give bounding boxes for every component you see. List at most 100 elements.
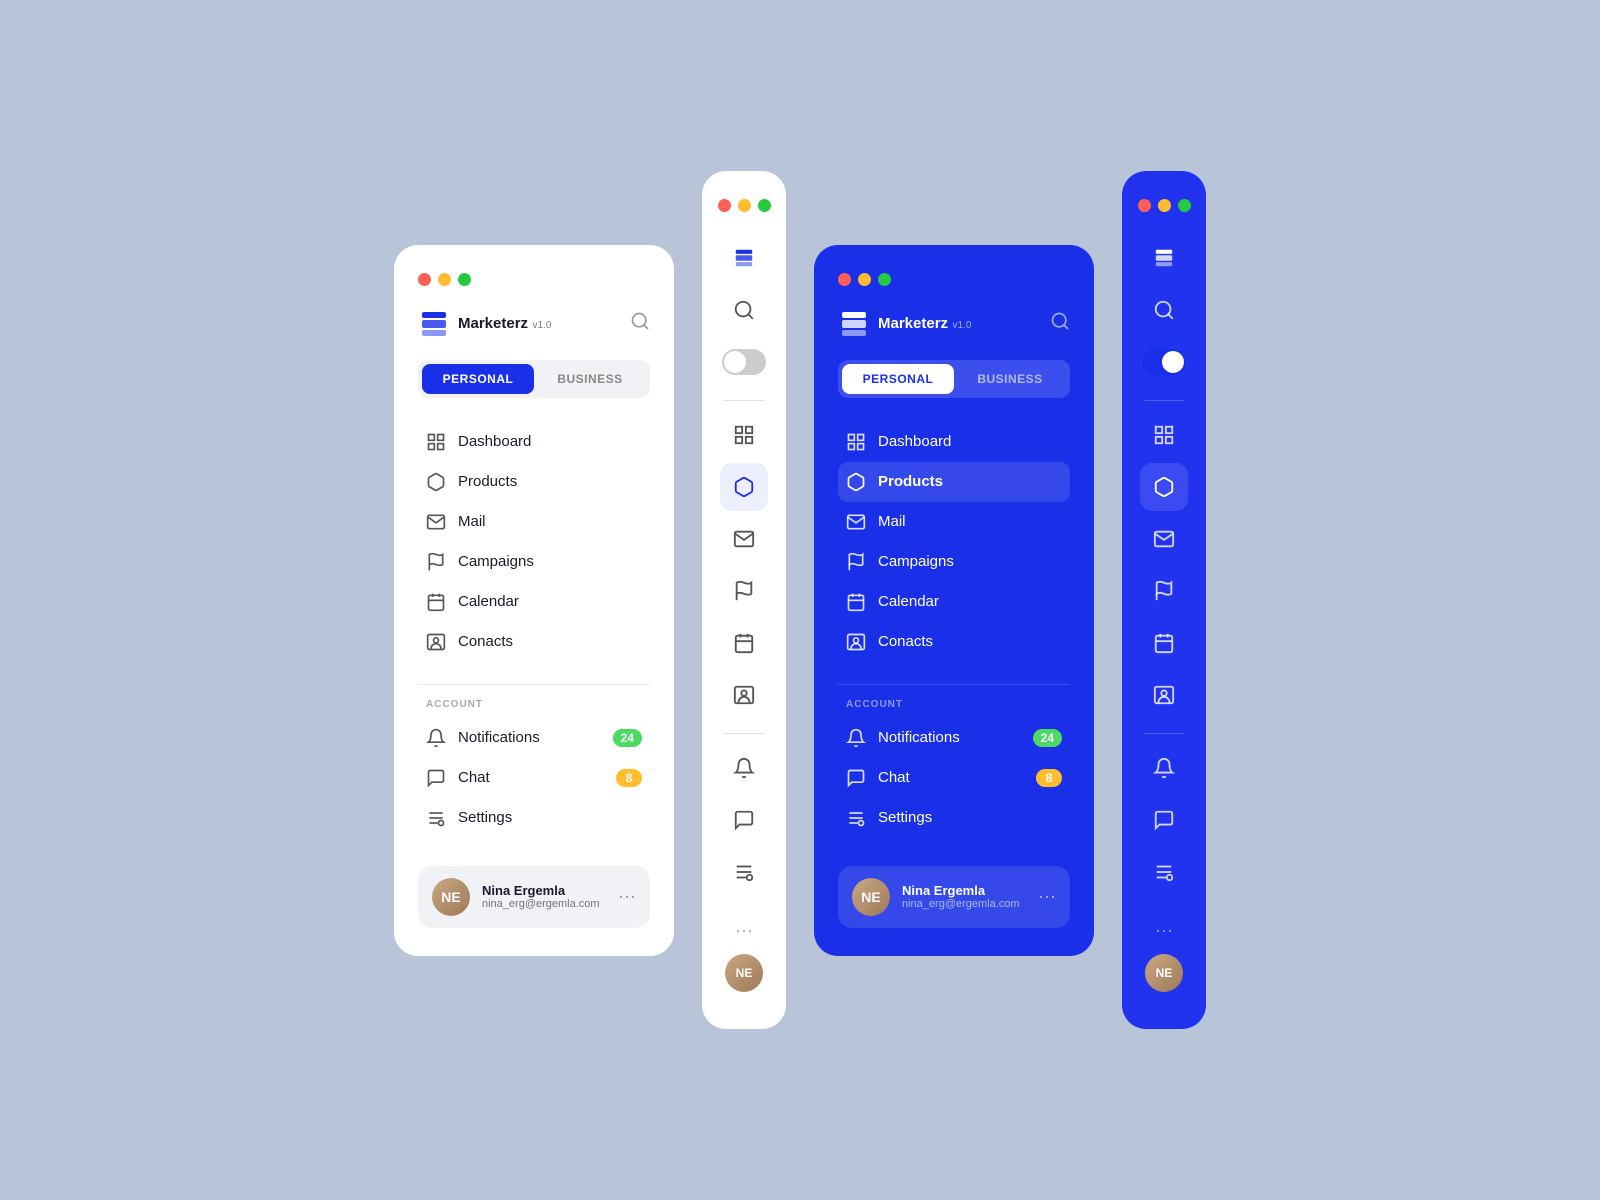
tab-personal-1[interactable]: PERSONAL	[422, 364, 534, 394]
icon-products-2[interactable]	[720, 463, 768, 511]
icon-col-light: ··· NE	[726, 234, 762, 1001]
nav-chat-3[interactable]: Chat 8	[838, 758, 1070, 798]
dot-green-3	[878, 273, 891, 286]
icon-user-avatar-2[interactable]: NE	[720, 949, 768, 997]
nav-products-label-3: Products	[878, 473, 943, 490]
icon-dashboard-4[interactable]	[1140, 411, 1188, 459]
nav-calendar-label-1: Calendar	[458, 593, 519, 610]
notifications-badge-3: 24	[1033, 729, 1062, 747]
icon-campaigns-2[interactable]	[720, 567, 768, 615]
nav-dashboard-label-1: Dashboard	[458, 433, 531, 450]
notifications-badge-1: 24	[613, 729, 642, 747]
tab-switcher-3: PERSONAL BUSINESS	[838, 360, 1070, 398]
icon-campaigns-4[interactable]	[1140, 567, 1188, 615]
nav-mail-label-1: Mail	[458, 513, 486, 530]
icon-notifications-4[interactable]	[1140, 744, 1188, 792]
nav-settings-label-1: Settings	[458, 809, 512, 826]
nav-notifications-1[interactable]: Notifications 24	[418, 718, 650, 758]
user-name-1: Nina Ergemla	[482, 883, 606, 898]
nav-notifications-label-3: Notifications	[878, 729, 960, 746]
nav-mail-1[interactable]: Mail	[418, 502, 650, 542]
nav-campaigns-label-1: Campaigns	[458, 553, 534, 570]
nav-settings-label-3: Settings	[878, 809, 932, 826]
nav-chat-1[interactable]: Chat 8	[418, 758, 650, 798]
icon-settings-4[interactable]	[1140, 848, 1188, 896]
nav-campaigns-1[interactable]: Campaigns	[418, 542, 650, 582]
icon-search-4[interactable]	[1140, 286, 1188, 334]
icon-search-2[interactable]	[720, 286, 768, 334]
tab-business-1[interactable]: BUSINESS	[534, 364, 646, 394]
icon-calendar-2[interactable]	[720, 619, 768, 667]
nav-campaigns-3[interactable]: Campaigns	[838, 542, 1070, 582]
nav-notifications-3[interactable]: Notifications 24	[838, 718, 1070, 758]
nav-products-3[interactable]: Products	[838, 462, 1070, 502]
nav-contacts-3[interactable]: Conacts	[838, 622, 1070, 662]
toggle-switch-4[interactable]	[1142, 349, 1186, 375]
user-name-3: Nina Ergemla	[902, 883, 1026, 898]
nav-dashboard-1[interactable]: Dashboard	[418, 422, 650, 462]
panel-header-3: Marketerz v1.0	[838, 308, 1070, 340]
dot-yellow-4	[1158, 199, 1171, 212]
nav-main-1: Dashboard Products Mail Campaigns Calend…	[418, 422, 650, 662]
panel-header-1: Marketerz v1.0	[418, 308, 650, 340]
icon-notifications-2[interactable]	[720, 744, 768, 792]
icon-settings-2[interactable]	[720, 848, 768, 896]
nav-contacts-1[interactable]: Conacts	[418, 622, 650, 662]
nav-campaigns-label-3: Campaigns	[878, 553, 954, 570]
nav-dashboard-3[interactable]: Dashboard	[838, 422, 1070, 462]
icon-toggle-4[interactable]	[1140, 338, 1188, 386]
icon-contacts-4[interactable]	[1140, 671, 1188, 719]
nav-products-label-1: Products	[458, 473, 517, 490]
dot-red-4	[1138, 199, 1151, 212]
tab-business-3[interactable]: BUSINESS	[954, 364, 1066, 394]
nav-settings-3[interactable]: Settings	[838, 798, 1070, 838]
avatar-image-3: NE	[852, 878, 890, 916]
nav-chat-label-1: Chat	[458, 769, 490, 786]
search-button-3[interactable]	[1050, 311, 1070, 336]
user-card-3[interactable]: NE Nina Ergemla nina_erg@ergemla.com ···	[838, 866, 1070, 928]
nav-mail-3[interactable]: Mail	[838, 502, 1070, 542]
avatar-icon-2: NE	[725, 954, 763, 992]
traffic-lights-2	[718, 199, 771, 212]
sidebar-dark-icon: ··· NE	[1122, 171, 1206, 1029]
avatar-icon-4: NE	[1145, 954, 1183, 992]
nav-calendar-1[interactable]: Calendar	[418, 582, 650, 622]
toggle-switch-2[interactable]	[722, 349, 766, 375]
nav-settings-1[interactable]: Settings	[418, 798, 650, 838]
icon-user-avatar-4[interactable]: NE	[1140, 949, 1188, 997]
icon-chat-2[interactable]	[720, 796, 768, 844]
icon-toggle-2[interactable]	[720, 338, 768, 386]
icon-logo-2	[720, 234, 768, 282]
icon-contacts-2[interactable]	[720, 671, 768, 719]
user-menu-dots-3[interactable]: ···	[1038, 886, 1056, 907]
icon-dashboard-2[interactable]	[720, 411, 768, 459]
icon-products-4[interactable]	[1140, 463, 1188, 511]
icon-dots-menu-4[interactable]: ···	[1155, 920, 1173, 941]
traffic-lights-1	[418, 273, 650, 286]
nav-calendar-3[interactable]: Calendar	[838, 582, 1070, 622]
toggle-knob-4	[1162, 351, 1184, 373]
account-label-1: ACCOUNT	[418, 699, 650, 710]
user-card-1[interactable]: NE Nina Ergemla nina_erg@ergemla.com ···	[418, 866, 650, 928]
dot-yellow-3	[858, 273, 871, 286]
search-button-1[interactable]	[630, 311, 650, 336]
logo-area-1: Marketerz v1.0	[418, 308, 551, 340]
dot-red-2	[718, 199, 731, 212]
traffic-lights-3	[838, 273, 1070, 286]
user-info-3: Nina Ergemla nina_erg@ergemla.com	[902, 883, 1026, 910]
icon-mail-2[interactable]	[720, 515, 768, 563]
nav-dashboard-label-3: Dashboard	[878, 433, 951, 450]
user-menu-dots-1[interactable]: ···	[618, 886, 636, 907]
dot-red-1	[418, 273, 431, 286]
icon-col-dark: ··· NE	[1146, 234, 1182, 1001]
icon-mail-4[interactable]	[1140, 515, 1188, 563]
traffic-lights-4	[1138, 199, 1191, 212]
icon-chat-4[interactable]	[1140, 796, 1188, 844]
nav-chat-label-3: Chat	[878, 769, 910, 786]
nav-products-1[interactable]: Products	[418, 462, 650, 502]
tab-personal-3[interactable]: PERSONAL	[842, 364, 954, 394]
icon-dots-menu-2[interactable]: ···	[735, 920, 753, 941]
icon-calendar-4[interactable]	[1140, 619, 1188, 667]
logo-icon-3	[838, 308, 870, 340]
dot-green-4	[1178, 199, 1191, 212]
